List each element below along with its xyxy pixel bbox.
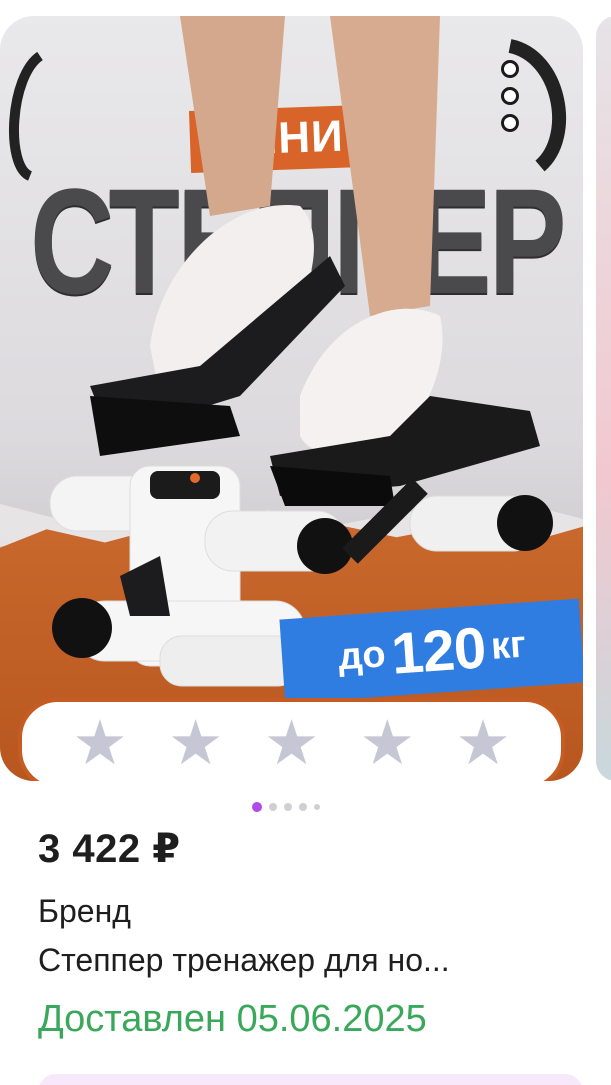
- pager-dot: [299, 803, 307, 811]
- pager-dot: [314, 804, 320, 810]
- more-dot-icon: [501, 60, 519, 78]
- pager-dot-active: [252, 802, 262, 812]
- weight-prefix: до: [336, 632, 387, 679]
- action-button[interactable]: [38, 1074, 583, 1085]
- star-icon[interactable]: ★: [261, 713, 321, 775]
- product-title[interactable]: Степпер тренажер для но...: [38, 942, 598, 979]
- pager-dot: [269, 803, 277, 811]
- pager-dot: [284, 803, 292, 811]
- star-icon[interactable]: ★: [166, 713, 226, 775]
- next-product-card-edge[interactable]: [596, 16, 611, 781]
- product-price: 3 422 ₽: [38, 827, 181, 871]
- product-image[interactable]: СТЕППЕР МИНИ до: [0, 16, 583, 781]
- product-brand[interactable]: Бренд: [38, 893, 131, 930]
- weight-unit: кг: [489, 622, 528, 668]
- more-dot-icon: [501, 87, 519, 105]
- delivery-status: Доставлен 05.06.2025: [38, 998, 427, 1040]
- more-options-button[interactable]: [494, 60, 526, 132]
- weight-value: 120: [389, 614, 488, 687]
- more-dot-icon: [501, 114, 519, 132]
- star-icon[interactable]: ★: [357, 713, 417, 775]
- image-pager: [252, 802, 320, 812]
- star-icon[interactable]: ★: [70, 713, 130, 775]
- star-icon[interactable]: ★: [453, 713, 513, 775]
- rating-bar[interactable]: ★ ★ ★ ★ ★: [18, 698, 565, 781]
